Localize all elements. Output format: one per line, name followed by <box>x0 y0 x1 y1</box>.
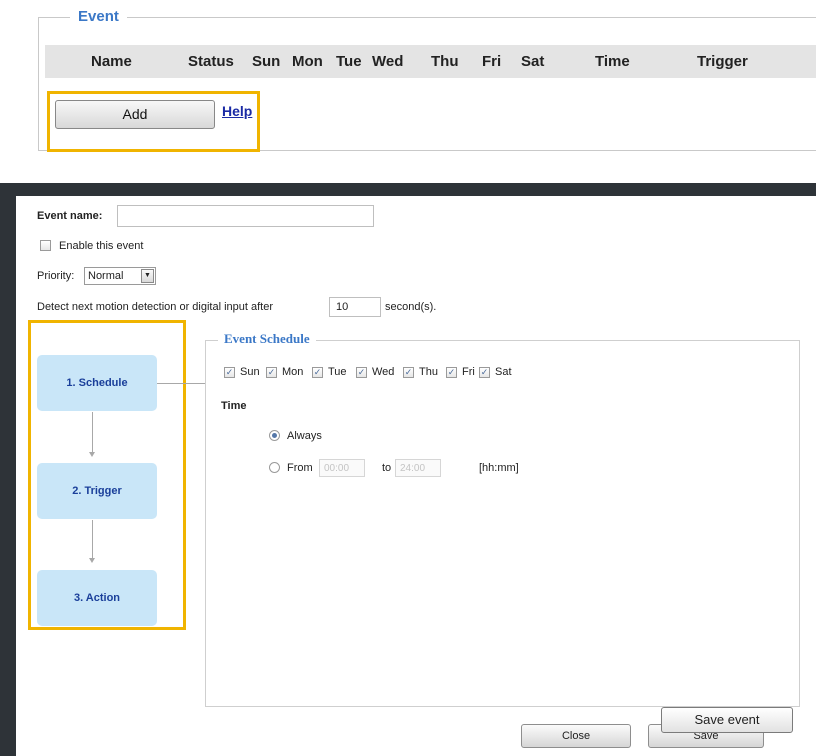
step-schedule[interactable]: 1. Schedule <box>37 355 157 411</box>
day-label-mon: Mon <box>282 366 304 378</box>
day-label-tue: Tue <box>328 366 347 378</box>
event-table-header: Name Status Sun Mon Tue Wed Thu Fri Sat … <box>45 45 816 78</box>
column-header-name: Name <box>91 53 132 70</box>
column-header-trigger: Trigger <box>697 53 748 70</box>
column-header-wed: Wed <box>372 53 404 70</box>
event-schedule-fieldset <box>205 340 800 707</box>
help-link[interactable]: Help <box>222 103 252 119</box>
column-header-time: Time <box>595 53 630 70</box>
to-time-input[interactable]: 24:00 <box>395 459 441 477</box>
step-connector <box>92 412 93 454</box>
step-trigger[interactable]: 2. Trigger <box>37 463 157 519</box>
checkbox-fri[interactable]: ✓ <box>446 367 457 378</box>
priority-value: Normal <box>88 270 124 282</box>
detect-seconds-input[interactable]: 10 <box>329 297 381 317</box>
from-label: From <box>287 462 313 474</box>
column-header-tue: Tue <box>336 53 362 70</box>
day-label-wed: Wed <box>372 366 395 378</box>
time-format-hint: [hh:mm] <box>479 462 519 474</box>
day-label-thu: Thu <box>419 366 438 378</box>
checkbox-tue[interactable]: ✓ <box>312 367 323 378</box>
column-header-fri: Fri <box>482 53 502 70</box>
checkbox-sat[interactable]: ✓ <box>479 367 490 378</box>
checkbox-sun[interactable]: ✓ <box>224 367 235 378</box>
detect-label: Detect next motion detection or digital … <box>37 301 274 313</box>
to-label: to <box>382 462 392 474</box>
arrow-down-icon <box>89 452 95 457</box>
checkbox-mon[interactable]: ✓ <box>266 367 277 378</box>
close-button[interactable]: Close <box>521 724 631 748</box>
column-header-sun: Sun <box>252 53 281 70</box>
time-label: Time <box>221 400 247 412</box>
column-header-mon: Mon <box>292 53 323 70</box>
day-label-sat: Sat <box>495 366 512 378</box>
step-action[interactable]: 3. Action <box>37 570 157 626</box>
arrow-down-icon <box>89 558 95 563</box>
event-fieldset <box>38 17 816 151</box>
event-name-label: Event name: <box>37 210 103 222</box>
event-name-input[interactable] <box>117 205 374 227</box>
checkbox-wed[interactable]: ✓ <box>356 367 367 378</box>
event-legend: Event <box>70 8 127 25</box>
priority-label: Priority: <box>37 270 75 282</box>
always-label: Always <box>287 430 322 442</box>
column-header-thu: Thu <box>431 53 459 70</box>
add-button[interactable]: Add <box>55 100 215 129</box>
radio-from[interactable] <box>269 462 280 473</box>
enable-event-label: Enable this event <box>59 240 144 252</box>
priority-select[interactable]: Normal ▼ <box>84 267 156 285</box>
schedule-connector-line <box>157 383 205 384</box>
detect-unit-label: second(s). <box>385 301 437 313</box>
day-label-sun: Sun <box>240 366 260 378</box>
step-connector <box>92 520 93 560</box>
from-time-input[interactable]: 00:00 <box>319 459 365 477</box>
column-header-status: Status <box>188 53 234 70</box>
column-header-sat: Sat <box>521 53 545 70</box>
save-event-button[interactable]: Save event <box>661 707 793 733</box>
checkbox-thu[interactable]: ✓ <box>403 367 414 378</box>
day-label-fri: Fri <box>462 366 475 378</box>
enable-event-checkbox[interactable] <box>40 240 51 251</box>
radio-always[interactable] <box>269 430 280 441</box>
event-schedule-legend: Event Schedule <box>218 331 316 347</box>
chevron-down-icon: ▼ <box>141 269 154 283</box>
